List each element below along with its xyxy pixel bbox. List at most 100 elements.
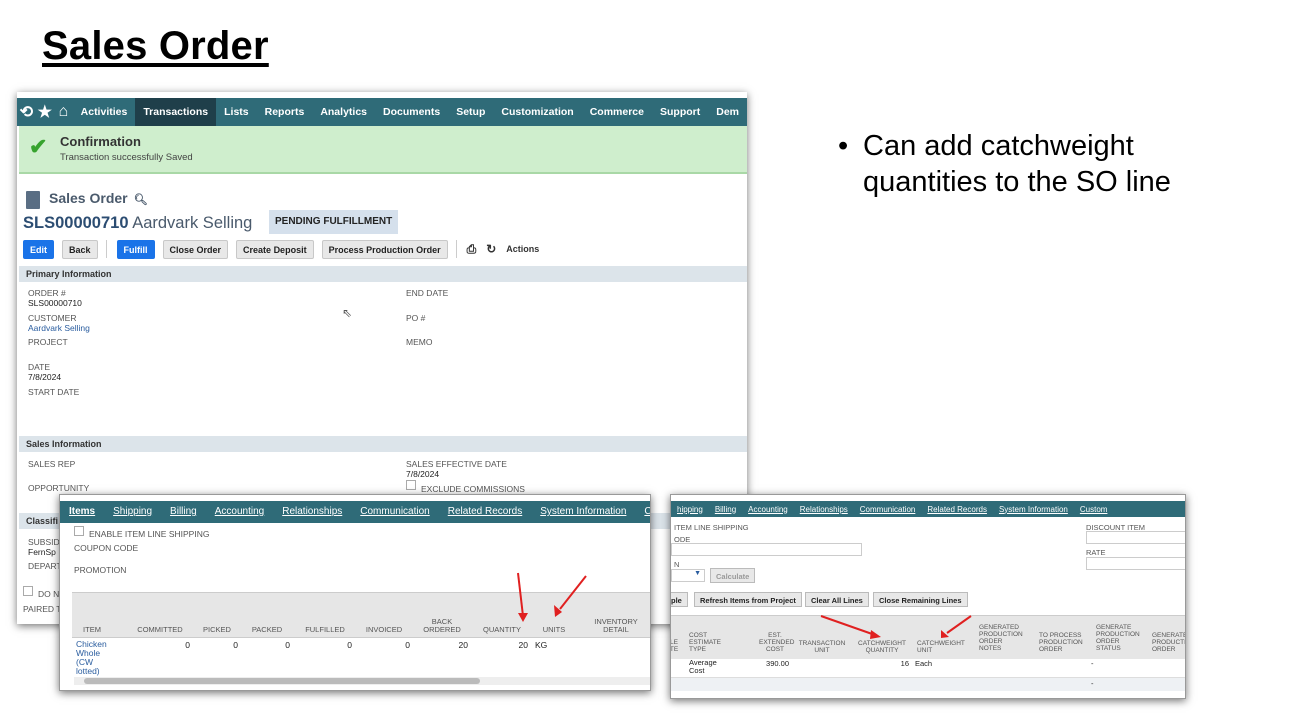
col-picked[interactable]: PICKED	[195, 626, 239, 634]
record-title: SLS00000710 Aardvark Selling	[23, 214, 252, 233]
nav-activities[interactable]: Activities	[73, 98, 136, 126]
calculate-button[interactable]: Calculate	[710, 568, 756, 583]
tab-system-information[interactable]: System Information	[993, 505, 1074, 514]
subtab-bar: Items Shipping Billing Accounting Relati…	[60, 501, 650, 523]
nav-customization[interactable]: Customization	[493, 98, 581, 126]
col-invoiced[interactable]: INVOICED	[360, 626, 408, 634]
close-order-button[interactable]: Close Order	[162, 239, 229, 259]
actions-menu[interactable]: Actions	[506, 244, 539, 254]
coupon-code-input[interactable]	[671, 543, 862, 556]
status-badge: PENDING FULFILLMENT	[269, 210, 399, 234]
checkmark-icon: ✔	[29, 134, 48, 159]
col-generate-production-order[interactable]: GENERATE PRODUCTI ORDER	[1152, 632, 1185, 653]
clear-all-lines-button[interactable]: Clear All Lines	[805, 592, 869, 607]
fulfill-button[interactable]: Fulfill	[116, 239, 155, 259]
subtab-bar-right: hipping Billing Accounting Relationships…	[671, 501, 1185, 517]
items-subtab-screenshot: Items Shipping Billing Accounting Relati…	[59, 494, 651, 691]
col-back-ordered[interactable]: BACK ORDERED	[420, 618, 464, 634]
nav-analytics[interactable]: Analytics	[312, 98, 375, 126]
col-catchweight-unit[interactable]: CATCHWEIGHT UNIT	[917, 640, 967, 654]
scrollbar-thumb[interactable]	[84, 678, 480, 684]
col-generated-production-order-notes[interactable]: GENERATED PRODUCTION ORDER NOTES	[979, 624, 1025, 652]
col-units[interactable]: UNITS	[538, 626, 570, 634]
nav-documents[interactable]: Documents	[375, 98, 448, 126]
tab-accounting[interactable]: Accounting	[206, 501, 273, 523]
paired-label: PAIRED T	[23, 604, 62, 614]
col-est-extended-cost[interactable]: EST. EXTENDED COST	[759, 632, 794, 653]
tab-accounting[interactable]: Accounting	[742, 505, 794, 514]
nav-transactions[interactable]: Transactions	[135, 98, 217, 126]
cell-quantity: 20	[518, 640, 528, 650]
do-not-label: DO N	[38, 589, 60, 599]
top-nav: ⟲ ★ ⌂ Activities Transactions Lists Repo…	[17, 98, 747, 126]
col-partial-rate[interactable]: LE TE	[671, 639, 679, 653]
print-icon[interactable]: ⎙	[467, 242, 477, 257]
close-remaining-lines-button[interactable]: Close Remaining Lines	[873, 592, 968, 607]
horizontal-scrollbar[interactable]	[74, 677, 650, 685]
nav-lists[interactable]: Lists	[216, 98, 257, 126]
tab-relationships[interactable]: Relationships	[273, 501, 351, 523]
nav-dem[interactable]: Dem	[708, 98, 747, 126]
tab-related-records[interactable]: Related Records	[439, 501, 531, 523]
col-to-process-production-order[interactable]: TO PROCESS PRODUCTION ORDER	[1039, 632, 1083, 653]
tab-custom[interactable]: Cu	[635, 501, 650, 523]
sample-button-partial[interactable]: ple	[671, 592, 688, 607]
col-quantity[interactable]: QUANTITY	[478, 626, 526, 634]
bullet-dot: •	[838, 130, 849, 162]
cell-catchweight-quantity: 16	[900, 659, 909, 668]
promotion-select[interactable]: ▼	[671, 569, 705, 582]
do-not-checkbox[interactable]	[23, 586, 33, 596]
tab-communication[interactable]: Communication	[351, 501, 438, 523]
col-item[interactable]: ITEM	[72, 626, 112, 634]
item-link[interactable]: Chicken Whole (CW lotted)	[76, 640, 116, 676]
home-icon[interactable]: ⌂	[54, 103, 73, 121]
nav-commerce[interactable]: Commerce	[582, 98, 652, 126]
tab-custom[interactable]: Custom	[1074, 505, 1114, 514]
exclude-commissions-checkbox[interactable]	[406, 480, 416, 490]
start-date-label: START DATE	[28, 387, 80, 397]
search-icon[interactable]: 🔍︎	[134, 194, 148, 206]
discount-item-input[interactable]	[1086, 531, 1185, 544]
col-inventory-detail[interactable]: INVENTORY DETAIL	[590, 618, 642, 634]
confirmation-banner: ✔ Confirmation Transaction successfully …	[19, 126, 747, 174]
lines-table-row-empty	[671, 677, 1185, 691]
primary-info-header[interactable]: Primary Information	[19, 266, 747, 282]
nav-reports[interactable]: Reports	[257, 98, 313, 126]
col-fulfilled[interactable]: FULFILLED	[298, 626, 352, 634]
edit-button[interactable]: Edit	[23, 239, 54, 259]
tab-shipping-partial[interactable]: hipping	[671, 505, 709, 514]
refresh-icon[interactable]: ↻	[486, 242, 496, 256]
col-catchweight-quantity[interactable]: CATCHWEIGHT QUANTITY	[857, 640, 907, 654]
sales-effective-date-value: 7/8/2024	[406, 469, 440, 479]
rate-input[interactable]	[1086, 557, 1185, 570]
customer-link[interactable]: Aardvark Selling	[28, 323, 90, 333]
col-cost-estimate-type[interactable]: COST ESTIMATE TYPE	[689, 632, 721, 653]
tab-related-records[interactable]: Related Records	[921, 505, 993, 514]
divider	[455, 240, 457, 258]
tab-relationships[interactable]: Relationships	[794, 505, 854, 514]
sales-info-header[interactable]: Sales Information	[19, 436, 747, 452]
col-packed[interactable]: PACKED	[245, 626, 289, 634]
divider	[105, 240, 107, 258]
process-production-order-button[interactable]: Process Production Order	[321, 239, 448, 259]
tab-communication[interactable]: Communication	[854, 505, 922, 514]
back-button[interactable]: Back	[62, 239, 98, 259]
enable-item-line-shipping-checkbox[interactable]	[74, 526, 84, 536]
col-committed[interactable]: COMMITTED	[130, 626, 190, 634]
tab-shipping[interactable]: Shipping	[104, 501, 161, 523]
tab-items[interactable]: Items	[60, 501, 104, 523]
col-generate-production-order-status[interactable]: GENERATE PRODUCTION ORDER STATUS	[1096, 624, 1140, 652]
nav-setup[interactable]: Setup	[448, 98, 493, 126]
exclude-commissions-label: EXCLUDE COMMISSIONS	[421, 484, 525, 494]
create-deposit-button[interactable]: Create Deposit	[236, 239, 314, 259]
cell-back-ordered: 20	[458, 640, 468, 650]
refresh-items-from-project-button[interactable]: Refresh Items from Project	[694, 592, 802, 607]
tab-billing[interactable]: Billing	[161, 501, 206, 523]
nav-support[interactable]: Support	[652, 98, 708, 126]
recent-icon[interactable]: ⟲	[17, 102, 36, 122]
col-transaction-unit[interactable]: TRANSACTION UNIT	[797, 640, 847, 654]
record-number: SLS00000710	[23, 214, 129, 232]
star-icon[interactable]: ★	[36, 102, 55, 122]
tab-billing[interactable]: Billing	[709, 505, 742, 514]
tab-system-information[interactable]: System Information	[531, 501, 635, 523]
